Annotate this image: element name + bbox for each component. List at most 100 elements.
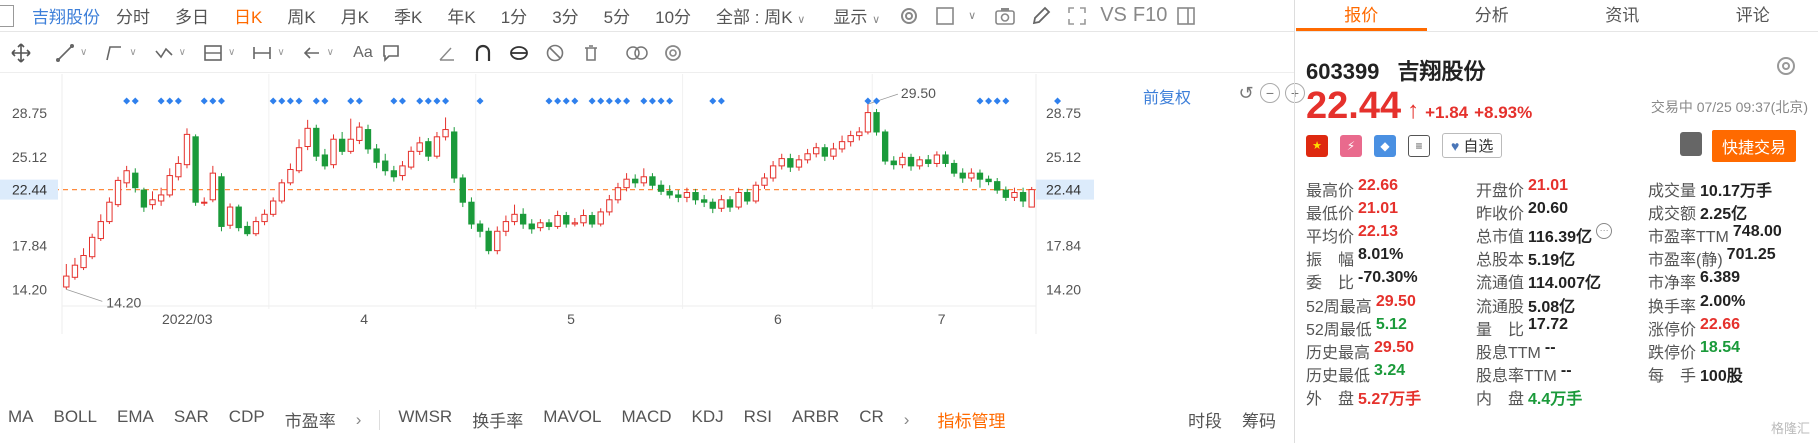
reset-icon[interactable]: ↺: [1236, 83, 1256, 103]
signal-marker: [657, 97, 665, 105]
field-value: 17.72: [1528, 315, 1569, 333]
period-tab[interactable]: 10分: [655, 3, 691, 28]
wave-line-icon[interactable]: [151, 40, 177, 66]
price-change-pct: +8.93%: [1474, 103, 1533, 122]
main-indicator-item[interactable]: BOLL: [54, 407, 97, 432]
signal-marker: [554, 97, 562, 105]
fibonacci-icon[interactable]: [200, 40, 226, 66]
panel-toggle-icon[interactable]: [1173, 3, 1199, 29]
trend-line-icon[interactable]: [52, 40, 78, 66]
magnet-icon[interactable]: [470, 40, 496, 66]
period-tab[interactable]: 季K: [394, 3, 422, 28]
notes-icon[interactable]: ≡: [1408, 134, 1430, 157]
period-tab[interactable]: 周K: [287, 3, 315, 28]
candle-body: [304, 127, 311, 147]
candle-body: [692, 192, 699, 201]
main-indicator-item[interactable]: MA: [8, 407, 34, 432]
sub-indicator-item[interactable]: KDJ: [692, 407, 724, 432]
quote-tab[interactable]: 资讯: [1557, 0, 1688, 31]
quote-tab[interactable]: 评论: [1688, 0, 1818, 31]
polyline-icon[interactable]: [101, 40, 127, 66]
quote-tab[interactable]: 分析: [1427, 0, 1558, 31]
indicator-manager-button[interactable]: 指标管理: [937, 407, 1005, 432]
overlap-icon[interactable]: [624, 40, 650, 66]
chip-distribution-button[interactable]: 筹码: [1242, 407, 1276, 432]
drawing-settings-icon[interactable]: [660, 40, 686, 66]
trash-icon[interactable]: [578, 40, 604, 66]
hide-drawing-icon[interactable]: [542, 40, 568, 66]
move-cross-icon[interactable]: [8, 40, 34, 66]
kline-svg[interactable]: 14.20 14.20 17.84 17.84 25.12 25.12 28.75 28.75…: [0, 74, 1294, 394]
margin-badge-icon[interactable]: ⚡: [1340, 134, 1362, 157]
period-tab[interactable]: 日K: [234, 3, 262, 28]
settings-gear-icon[interactable]: [896, 3, 922, 29]
candle-body: [416, 142, 423, 152]
quote-settings-icon[interactable]: [1774, 54, 1798, 78]
period-tab[interactable]: 1分: [501, 3, 527, 28]
x-tick-label: 4: [360, 311, 368, 327]
f10-button[interactable]: F10: [1133, 4, 1167, 27]
alert-bell-icon[interactable]: [1680, 132, 1702, 156]
field-label: 总市值: [1476, 228, 1525, 246]
quick-trade-button[interactable]: 快捷交易: [1712, 130, 1797, 162]
sub-indicator-item[interactable]: RSI: [744, 407, 772, 432]
main-indicator-item[interactable]: CDP: [229, 407, 265, 432]
sub-indicator-item[interactable]: ARBR: [792, 407, 839, 432]
adjust-mode-button[interactable]: 前复权: [1143, 84, 1191, 108]
add-watchlist-button[interactable]: ♥ 自选: [1442, 133, 1503, 158]
chart-style-icon[interactable]: [932, 3, 958, 29]
candle-body: [890, 160, 897, 166]
quote-tab[interactable]: 报价: [1296, 0, 1427, 31]
main-indicator-item[interactable]: EMA: [117, 407, 154, 432]
signal-marker: [442, 97, 450, 105]
sub-indicator-item[interactable]: WMSR: [398, 407, 452, 432]
stock-name-link[interactable]: 吉翔股份: [32, 3, 100, 28]
zoom-out-icon[interactable]: −: [1260, 83, 1280, 103]
candle-body: [554, 215, 561, 227]
signal-marker: [123, 97, 131, 105]
sub-indicator-item[interactable]: CR: [859, 407, 884, 432]
time-segment-button[interactable]: 时段: [1188, 407, 1222, 432]
main-indicator-item[interactable]: SAR: [174, 407, 209, 432]
signal-marker: [347, 97, 355, 105]
signal-marker: [1002, 97, 1010, 105]
candle-body: [201, 201, 208, 204]
kline-chart[interactable]: 14.20 14.20 17.84 17.84 25.12 25.12 28.75 28.75…: [0, 74, 1305, 394]
angle-tool-icon[interactable]: [434, 40, 460, 66]
fullscreen-icon[interactable]: [1064, 3, 1090, 29]
period-tab[interactable]: 5分: [604, 3, 630, 28]
arrow-left-icon[interactable]: [299, 40, 325, 66]
more-icon[interactable]: ···: [1596, 222, 1613, 239]
candle-body: [709, 201, 716, 209]
candle-body: [347, 138, 354, 152]
main-indicator-more-icon[interactable]: ›: [356, 410, 362, 430]
sub-indicator-item[interactable]: MAVOL: [543, 407, 601, 432]
lock-drawing-icon[interactable]: [506, 40, 532, 66]
compare-vs-button[interactable]: VS: [1100, 4, 1127, 27]
period-tab[interactable]: 分时: [116, 3, 150, 28]
period-tab[interactable]: 年K: [447, 3, 475, 28]
candle-body: [399, 165, 406, 177]
quote-row: 最高价 22.66 开盘价 21.01 成交量 10.17万手: [1306, 177, 1816, 200]
sub-indicator-item[interactable]: MACD: [621, 407, 671, 432]
pencil-icon[interactable]: [1028, 3, 1054, 29]
period-tab[interactable]: 多日: [175, 3, 209, 28]
tag-icon[interactable]: ◆: [1374, 134, 1396, 157]
sub-indicator-more-icon[interactable]: ›: [904, 410, 910, 430]
sidebar-toggle-icon[interactable]: [0, 4, 14, 27]
period-tab[interactable]: 月K: [341, 3, 369, 28]
comment-icon[interactable]: [378, 40, 404, 66]
display-menu-button[interactable]: 显示 ∨: [833, 3, 880, 28]
field-label: 振 幅: [1306, 252, 1355, 270]
signal-marker: [717, 97, 725, 105]
sub-indicator-item[interactable]: 换手率: [472, 407, 523, 432]
main-indicator-item[interactable]: 市盈率: [285, 407, 336, 432]
range-measure-icon[interactable]: [249, 40, 275, 66]
signal-marker: [200, 97, 208, 105]
candle-body: [183, 133, 191, 166]
text-tool-icon[interactable]: Aa: [348, 40, 378, 66]
scope-select[interactable]: 全部 : 周K ∨: [716, 3, 805, 28]
period-tab[interactable]: 3分: [552, 3, 578, 28]
camera-icon[interactable]: [992, 3, 1018, 29]
candle-body: [640, 176, 647, 184]
